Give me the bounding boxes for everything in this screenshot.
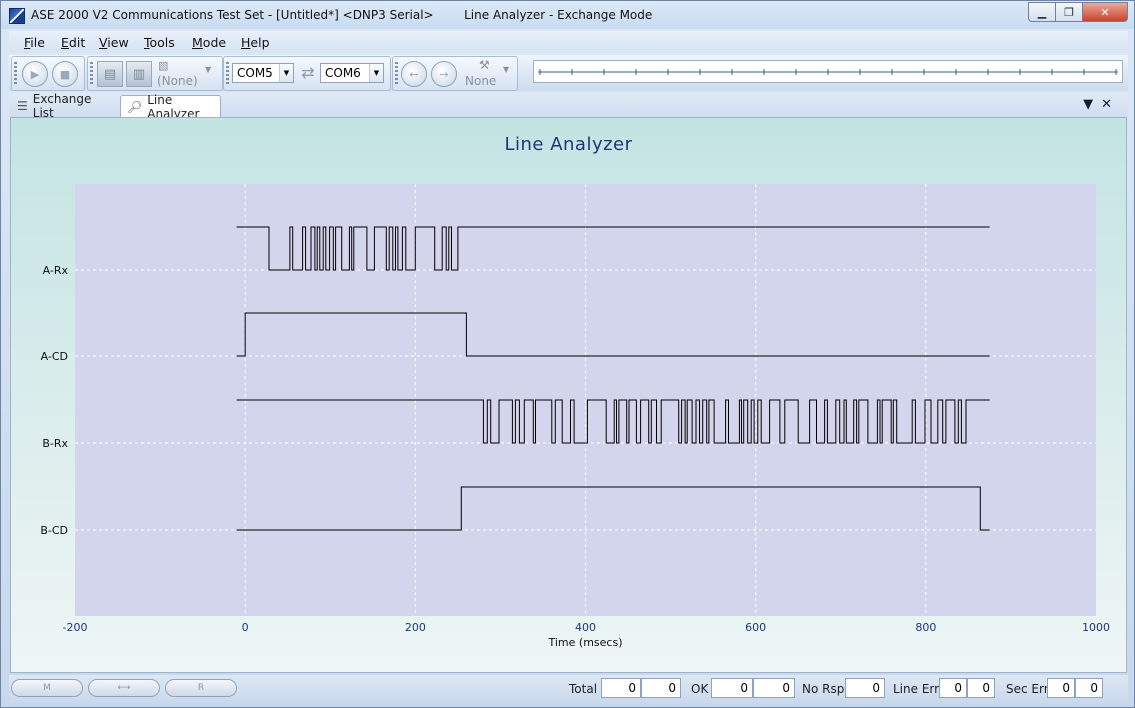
line-analyzer-panel: Line Analyzer -200 0 200 400 600 800 1000 Time … bbox=[10, 117, 1127, 673]
line-error-count-b: 0 bbox=[967, 678, 995, 698]
menu-bar: File Edit View Tools Mode Help bbox=[9, 31, 1128, 53]
arrow-right-icon: → bbox=[439, 67, 449, 81]
section-error-count-b: 0 bbox=[1075, 678, 1103, 698]
x-axis-label: Time (msecs) bbox=[548, 636, 623, 649]
x-tick-label: 1000 bbox=[1082, 621, 1110, 634]
chevron-down-icon: ▼ bbox=[279, 64, 293, 82]
menu-help[interactable]: Help bbox=[241, 35, 270, 50]
restore-button[interactable]: ❐ bbox=[1055, 2, 1082, 22]
tab-close-icon[interactable]: ✕ bbox=[1101, 97, 1120, 112]
monitor-mode-button[interactable]: ⟷ bbox=[88, 679, 160, 697]
play-icon: ▶ bbox=[30, 67, 40, 81]
exchange-controls: ▤ ▥ ▧ (None) ▼ bbox=[87, 56, 223, 91]
chevron-down-icon[interactable]: ▼ bbox=[503, 65, 509, 74]
window-title: ASE 2000 V2 Communications Test Set - [U… bbox=[31, 8, 653, 22]
tab-exchange-list[interactable]: ☰ Exchange List bbox=[11, 92, 119, 120]
analyzer-icon: 🔎︎ bbox=[127, 99, 143, 114]
x-tick-label: 200 bbox=[405, 621, 426, 634]
activity-timeline[interactable] bbox=[533, 60, 1123, 83]
protocol-label[interactable]: (None) bbox=[157, 74, 198, 88]
navigation-controls: ← → ⚒ None ▼ bbox=[392, 56, 518, 91]
tab-menu-chevron-icon[interactable]: ▼ bbox=[1083, 97, 1101, 112]
section-error-count-a: 0 bbox=[1047, 678, 1075, 698]
no-response-label: No Rsp bbox=[802, 682, 845, 696]
x-tick-label: -200 bbox=[63, 621, 88, 634]
menu-edit[interactable]: Edit bbox=[61, 35, 85, 50]
port-a-select[interactable]: COM5 ▼ bbox=[232, 63, 294, 83]
forward-button[interactable]: → bbox=[431, 61, 457, 87]
x-tick-label: 600 bbox=[745, 621, 766, 634]
toolbar-grip[interactable] bbox=[395, 62, 398, 86]
swap-ports-icon[interactable]: ⇄ bbox=[298, 63, 318, 83]
close-button[interactable]: ✕ bbox=[1082, 2, 1128, 22]
chevron-down-icon: ▼ bbox=[369, 64, 383, 82]
wrench-icon: ⚒ bbox=[479, 58, 490, 72]
no-response-count: 0 bbox=[845, 678, 885, 698]
window-controls: ▁ ❐ ✕ bbox=[1028, 2, 1128, 22]
toolbar: ▶ ■ ▤ ▥ ▧ (None) ▼ COM5 ▼ ⇄ COM6 ▼ ← → ⚒ N… bbox=[9, 55, 1128, 91]
ok-count-a: 0 bbox=[711, 678, 753, 698]
toolbar-grip[interactable] bbox=[226, 62, 229, 86]
arrow-left-icon: ← bbox=[409, 67, 419, 81]
back-button[interactable]: ← bbox=[401, 61, 427, 87]
total-label: Total bbox=[569, 682, 598, 696]
list-icon: ☰ bbox=[17, 99, 28, 113]
line-error-label: Line Err bbox=[893, 682, 940, 696]
x-tick-label: 800 bbox=[915, 621, 936, 634]
total-count-a: 0 bbox=[601, 678, 641, 698]
stop-button[interactable]: ■ bbox=[52, 61, 78, 87]
tab-controls: ▼✕ bbox=[1083, 97, 1120, 112]
app-logo-icon bbox=[9, 8, 25, 24]
master-mode-button[interactable]: M bbox=[11, 679, 83, 697]
ok-label: OK bbox=[691, 682, 709, 696]
total-count-b: 0 bbox=[641, 678, 681, 698]
nav-label[interactable]: None bbox=[465, 74, 496, 88]
port-controls: COM5 ▼ ⇄ COM6 ▼ bbox=[223, 56, 391, 91]
tab-line-analyzer[interactable]: 🔎︎ Line Analyzer bbox=[120, 93, 221, 121]
line-error-count-a: 0 bbox=[939, 678, 967, 698]
run-list-icon: ▤ bbox=[103, 66, 117, 82]
section-error-label: Sec Err bbox=[1006, 682, 1049, 696]
run-controls: ▶ ■ bbox=[11, 56, 85, 91]
toolbar-grip[interactable] bbox=[14, 62, 17, 86]
channel-label: A-Rx bbox=[43, 264, 69, 277]
menu-mode[interactable]: Mode bbox=[192, 35, 226, 50]
protocol-icon: ▧ bbox=[158, 59, 169, 72]
toolbar-grip[interactable] bbox=[90, 62, 93, 86]
port-b-select[interactable]: COM6 ▼ bbox=[320, 63, 384, 83]
tab-bar: ☰ Exchange List 🔎︎ Line Analyzer ▼✕ bbox=[9, 92, 1128, 121]
remote-mode-button[interactable]: R bbox=[165, 679, 237, 697]
stop-icon: ■ bbox=[59, 67, 71, 81]
line-analyzer-chart[interactable]: -200 0 200 400 600 800 1000 Time (msecs) A-Rx A-C… bbox=[11, 118, 1126, 672]
channel-label: B-Rx bbox=[42, 437, 68, 450]
minimize-button[interactable]: ▁ bbox=[1028, 2, 1055, 22]
title-bar[interactable]: ASE 2000 V2 Communications Test Set - [U… bbox=[1, 1, 1134, 29]
main-window: ASE 2000 V2 Communications Test Set - [U… bbox=[0, 0, 1135, 708]
stop-exchange-button[interactable]: ▥ bbox=[126, 61, 152, 87]
timeline-ruler bbox=[538, 69, 1118, 75]
run-exchange-button[interactable]: ▤ bbox=[97, 61, 123, 87]
menu-file[interactable]: File bbox=[24, 35, 45, 50]
channel-label: A-CD bbox=[41, 350, 68, 363]
menu-view[interactable]: View bbox=[99, 35, 129, 50]
ok-count-b: 0 bbox=[753, 678, 795, 698]
chevron-down-icon[interactable]: ▼ bbox=[205, 65, 211, 74]
x-tick-label: 400 bbox=[575, 621, 596, 634]
x-tick-label: 0 bbox=[242, 621, 249, 634]
tab-label: Exchange List bbox=[32, 92, 92, 120]
play-button[interactable]: ▶ bbox=[22, 61, 48, 87]
menu-tools[interactable]: Tools bbox=[144, 35, 175, 50]
channel-label: B-CD bbox=[40, 524, 68, 537]
stop-list-icon: ▥ bbox=[132, 66, 146, 82]
status-bar: M ⟷ R Total 0 0 OK 0 0 No Rsp 0 Line Err… bbox=[9, 675, 1128, 703]
